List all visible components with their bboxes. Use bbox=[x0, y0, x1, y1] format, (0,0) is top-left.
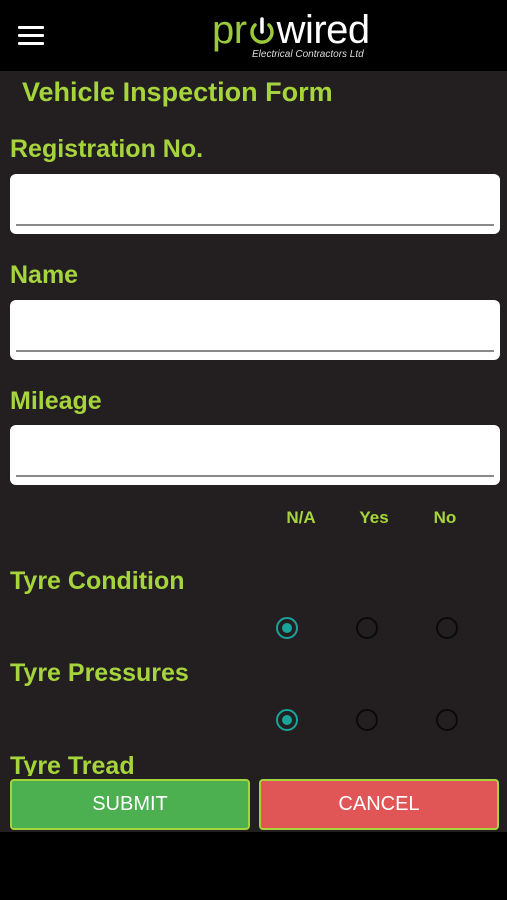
prowired-logo: pr wired Electrical Contractors Ltd bbox=[212, 8, 392, 64]
column-header-na: N/A bbox=[286, 508, 316, 527]
tyre-condition-label: Tyre Condition bbox=[10, 567, 185, 595]
column-header-yes: Yes bbox=[359, 508, 389, 527]
tyre-pressures-label: Tyre Pressures bbox=[10, 659, 189, 687]
tyre-condition-yes-radio[interactable] bbox=[356, 617, 378, 639]
registration-label: Registration No. bbox=[10, 135, 204, 163]
power-icon bbox=[249, 17, 274, 44]
logo-tagline: Electrical Contractors Ltd bbox=[252, 49, 364, 60]
mileage-label: Mileage bbox=[10, 387, 102, 415]
bottom-bar bbox=[0, 832, 507, 900]
name-label: Name bbox=[10, 261, 79, 289]
hamburger-menu-icon[interactable] bbox=[18, 26, 44, 46]
app-header: pr wired Electrical Contractors Ltd bbox=[0, 0, 507, 71]
registration-input[interactable] bbox=[10, 174, 500, 234]
tyre-tread-label: Tyre Tread bbox=[10, 752, 135, 776]
input-underline bbox=[16, 475, 494, 477]
tyre-condition-na-radio[interactable] bbox=[276, 617, 298, 639]
logo-pr-text: pr bbox=[212, 8, 247, 52]
column-header-no: No bbox=[433, 508, 457, 527]
name-input[interactable] bbox=[10, 300, 500, 360]
cancel-button[interactable]: CANCEL bbox=[259, 779, 499, 830]
tyre-pressures-yes-radio[interactable] bbox=[356, 709, 378, 731]
submit-button[interactable]: SUBMIT bbox=[10, 779, 250, 830]
tyre-pressures-no-radio[interactable] bbox=[436, 709, 458, 731]
form-content: Vehicle Inspection Form Registration No.… bbox=[0, 71, 507, 776]
form-actions: SUBMIT CANCEL bbox=[0, 776, 507, 832]
input-underline bbox=[16, 350, 494, 352]
mileage-input[interactable] bbox=[10, 425, 500, 485]
tyre-pressures-na-radio[interactable] bbox=[276, 709, 298, 731]
form-title: Vehicle Inspection Form bbox=[22, 77, 333, 107]
tyre-condition-no-radio[interactable] bbox=[436, 617, 458, 639]
input-underline bbox=[16, 224, 494, 226]
logo-wired-text: wired bbox=[276, 8, 371, 52]
